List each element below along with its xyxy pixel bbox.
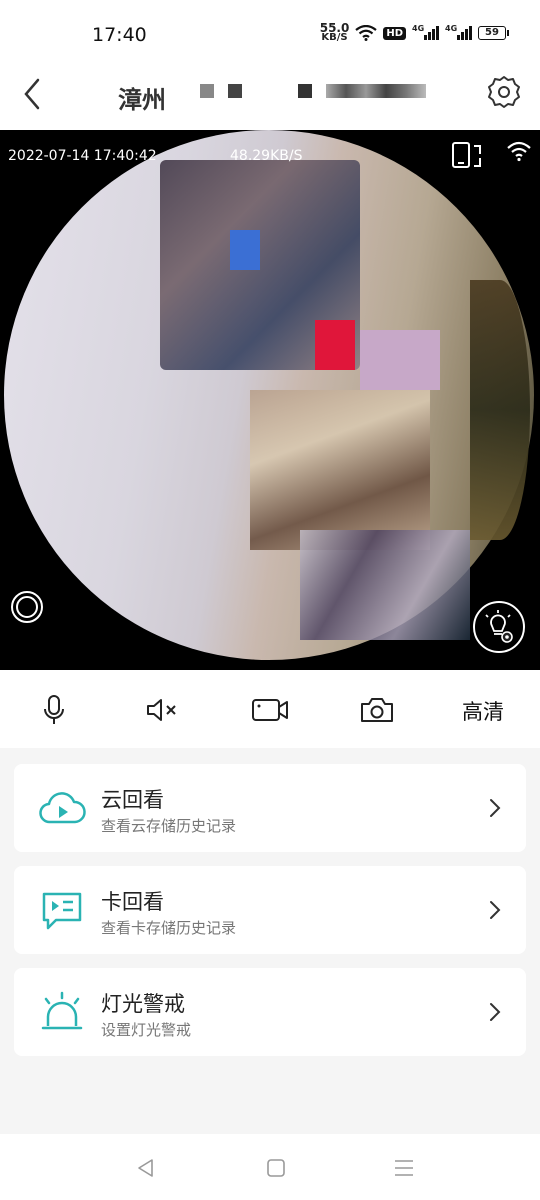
card-subtitle: 设置灯光警戒 [101, 1021, 192, 1039]
net-speed: 55.0 KB/S [320, 22, 350, 43]
control-bar: 高清 [0, 670, 540, 748]
light-settings-button[interactable] [472, 600, 526, 654]
camera-icon [361, 698, 393, 722]
card-subtitle: 查看卡存储历史记录 [101, 919, 237, 937]
microphone-button[interactable] [34, 690, 74, 730]
alarm-light-icon [41, 991, 83, 1030]
light-alert-card[interactable]: 灯光警戒 设置灯光警戒 [14, 968, 526, 1056]
page-title: 漳州 [118, 86, 166, 114]
speaker-muted-icon [147, 699, 176, 721]
redacted-title-part [200, 84, 214, 98]
chevron-right-icon [490, 799, 501, 817]
hd-badge: HD [383, 26, 406, 40]
video-timestamp: 2022-07-14 17:40:42 [8, 148, 157, 164]
status-bar: 17:40 55.0 KB/S HD 4G 4G 59 [0, 0, 540, 70]
card-subtitle: 查看云存储历史记录 [101, 817, 237, 835]
quality-toggle[interactable]: 高清 [462, 696, 504, 726]
card-playback-card[interactable]: 卡回看 查看卡存储历史记录 [14, 866, 526, 954]
card-title: 卡回看 [101, 890, 164, 914]
battery-icon: 59 [478, 26, 509, 40]
pixelated-region [470, 280, 530, 540]
back-icon[interactable] [18, 76, 48, 112]
card-title: 灯光警戒 [101, 992, 185, 1016]
pixelated-region [230, 230, 260, 270]
record-button[interactable] [10, 590, 44, 624]
status-icons: 55.0 KB/S HD 4G 4G 59 [320, 22, 509, 43]
pixelated-region [300, 530, 470, 640]
pixelated-region [360, 330, 440, 390]
signal-icon-1: 4G [412, 24, 439, 40]
redacted-title-part [326, 84, 426, 98]
screen-rotate-icon[interactable] [450, 140, 486, 170]
redacted-title-part [228, 84, 242, 98]
chevron-right-icon [490, 1003, 501, 1021]
cloud-playback-card[interactable]: 云回看 查看云存储历史记录 [14, 764, 526, 852]
pixelated-region [250, 390, 430, 550]
record-video-button[interactable] [250, 690, 290, 730]
nav-menu-icon[interactable] [392, 1156, 416, 1180]
nav-home-icon[interactable] [264, 1156, 288, 1180]
status-time: 17:40 [92, 24, 147, 46]
signal-label-2: 4G [445, 24, 458, 33]
video-camera-icon [252, 699, 288, 721]
settings-gear-icon[interactable] [486, 74, 522, 110]
wifi-icon [355, 25, 378, 41]
pixelated-region [315, 320, 355, 370]
wifi-icon [507, 141, 531, 162]
redacted-title-part [298, 84, 312, 98]
live-video[interactable]: 2022-07-14 17:40:42 48.29KB/S [0, 130, 540, 670]
video-overlay-icons [450, 140, 532, 170]
system-nav-bar [0, 1134, 540, 1200]
signal-icon-2: 4G [445, 24, 472, 40]
sd-playback-icon [42, 892, 82, 930]
signal-label-1: 4G [412, 24, 425, 33]
card-title: 云回看 [101, 788, 164, 812]
microphone-icon [44, 695, 64, 724]
nav-back-icon[interactable] [134, 1156, 158, 1180]
snapshot-button[interactable] [357, 690, 397, 730]
cloud-play-icon [39, 792, 86, 824]
net-speed-unit: KB/S [321, 32, 348, 43]
app-header: 漳州 [0, 70, 540, 130]
chevron-right-icon [490, 901, 501, 919]
mute-button[interactable] [142, 690, 182, 730]
video-bitrate: 48.29KB/S [230, 148, 303, 164]
